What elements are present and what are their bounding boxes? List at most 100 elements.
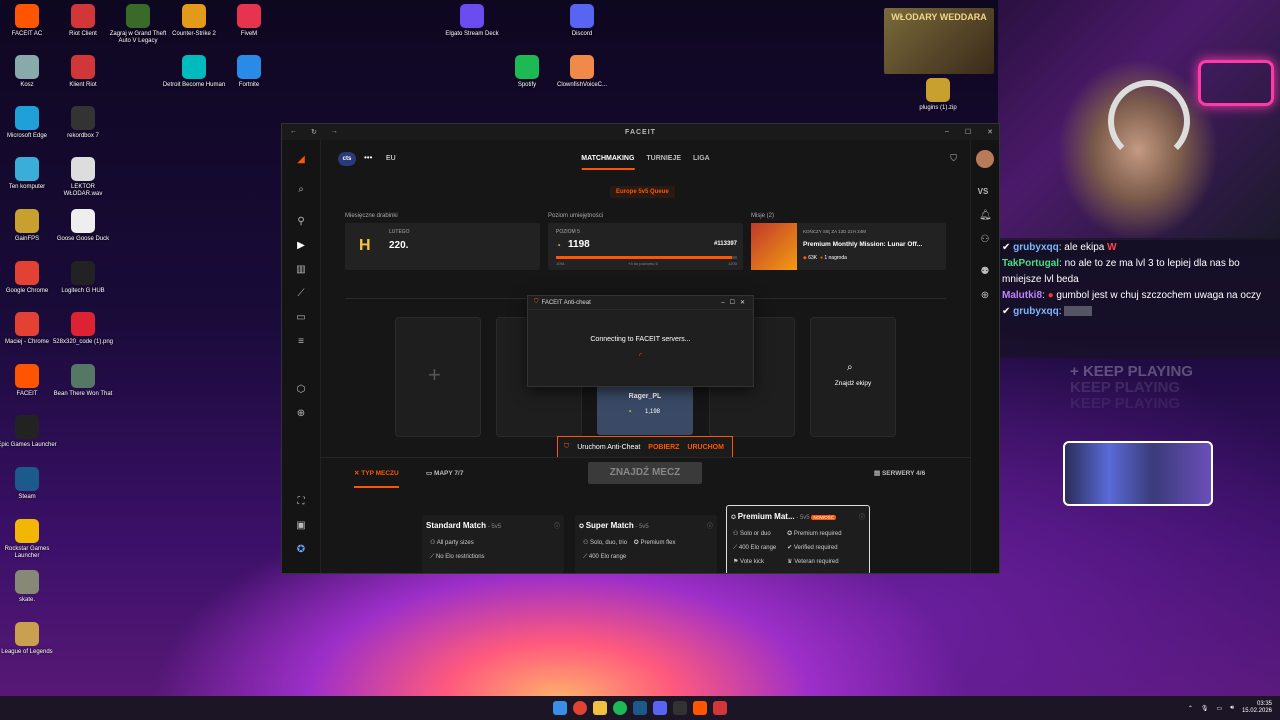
level-text: POZIOM 5 <box>556 229 580 235</box>
info-icon[interactable]: ⓘ <box>707 521 713 530</box>
focus-icon[interactable]: ⛶ <box>295 496 307 508</box>
network-icon[interactable]: ▭ <box>1217 705 1223 712</box>
premium-icon[interactable]: ✪ <box>295 544 307 556</box>
start-icon[interactable] <box>553 701 567 715</box>
find-team-slot[interactable]: ⌕ Znajdź ekipy <box>810 317 896 437</box>
discord-icon[interactable] <box>653 701 667 715</box>
shop-icon[interactable]: ▣ <box>295 520 307 532</box>
chat-line: ✔ grubyxqq: ale ekipa W <box>1002 242 1117 253</box>
tab-maps[interactable]: ▭ MAPY 7/7 <box>426 469 463 477</box>
search-icon[interactable]: ⌕ <box>295 184 307 196</box>
faceit-window: ← ↻ → FACEIT – ☐ ✕ ◢ ⌕ ⚲ ▶ ▥ ⟋ ▭ ≡ ⬡ ⊕ ⛶… <box>281 123 1000 574</box>
refresh-icon[interactable]: ↻ <box>311 128 317 136</box>
desktop-icon[interactable]: FiveM <box>217 4 281 38</box>
desktop-icon[interactable]: Elgato Stream Deck <box>440 4 504 38</box>
find-players-icon[interactable]: ⚲ <box>295 216 307 228</box>
stats-icon[interactable]: ⟋ <box>295 288 307 300</box>
desktop-icon[interactable]: Discord <box>550 4 614 38</box>
ladder-points: 220. <box>389 240 409 251</box>
desktop-icon[interactable]: Epic Games Launcher <box>0 415 59 449</box>
new-badge: NOWOŚĆ <box>811 515 837 520</box>
desktop-icon[interactable]: skate. <box>0 570 59 604</box>
window-nav: ← ↻ → <box>290 128 338 136</box>
forward-icon[interactable]: → <box>331 128 338 136</box>
avatar[interactable] <box>976 150 994 168</box>
desktop-icon[interactable]: LEKTOR WŁODAR.wav <box>51 157 115 198</box>
chrome-icon[interactable] <box>573 701 587 715</box>
info-icon[interactable]: ⓘ <box>554 521 560 530</box>
desktop-icon[interactable]: Rockstar Games Launcher <box>0 519 59 560</box>
add-icon[interactable]: ⊕ <box>295 408 307 420</box>
desktop-icon[interactable]: ClownfishVoiceC... <box>550 55 614 89</box>
rekordbox-icon <box>71 106 95 130</box>
find-match-button[interactable]: ZNAJDŹ MECZ <box>588 462 702 484</box>
friends-icon[interactable]: ⚇ <box>979 234 991 246</box>
run-link[interactable]: URUCHOM <box>687 444 724 451</box>
skill-level-card[interactable]: POZIOM 5 ◔ 1198 #113397 1051 +3 do pozio… <box>548 223 743 270</box>
level-icon: ◔ <box>556 241 561 250</box>
add-friend-icon[interactable]: ⊕ <box>979 290 991 302</box>
faceit-ac-icon[interactable] <box>713 701 727 715</box>
desktop-icon[interactable]: plugins (1).zip <box>906 78 970 112</box>
tab-matchmaking[interactable]: MATCHMAKING <box>581 155 635 170</box>
play-icon[interactable]: ▶ <box>295 240 307 252</box>
maximize-icon[interactable]: ☐ <box>965 128 971 136</box>
streamdeck-icon <box>460 4 484 28</box>
match-card-standard[interactable]: Standard Match - 5v5 ⓘ ⚇ All party sizes … <box>422 515 564 573</box>
tab-match-type[interactable]: ✕ TYP MECZU <box>354 469 399 488</box>
back-icon[interactable]: ← <box>290 128 297 136</box>
party-icon[interactable]: ⚉ <box>979 266 991 278</box>
tab-league[interactable]: LIGA <box>693 155 710 170</box>
desktop-icon[interactable]: rekordbox 7 <box>51 106 115 140</box>
minimize-icon[interactable]: – <box>945 128 949 136</box>
missions-card[interactable]: KOŃCZY SIĘ ZA 13D 21H 24M Premium Monthl… <box>751 223 946 270</box>
region-label[interactable]: EU <box>386 155 396 162</box>
match-card-premium[interactable]: ✪ Premium Mat... - 5v5 NOWOŚĆ ⓘ ⚇ Solo or… <box>726 505 870 573</box>
chevron-up-icon[interactable]: ⌃ <box>1188 705 1193 712</box>
more-icon[interactable]: ••• <box>364 153 372 162</box>
desktop-icon[interactable]: Steam <box>0 467 59 501</box>
download-link[interactable]: POBIERZ <box>648 444 679 451</box>
list-icon[interactable]: ≡ <box>295 336 307 348</box>
mic-icon[interactable]: 🎙︎ <box>1201 705 1209 712</box>
desktop-icon[interactable]: Klient Riot <box>51 55 115 89</box>
desktop-icon[interactable]: Zagraj w Grand Theft Auto V Legacy <box>106 4 170 45</box>
folder-icon[interactable] <box>593 701 607 715</box>
clock[interactable]: 03:35 15.02.2026 <box>1242 701 1272 715</box>
volume-icon[interactable]: 🔊︎ <box>1230 705 1234 712</box>
tab-tournaments[interactable]: TURNIEJE <box>646 155 681 170</box>
clubs-icon[interactable]: ⬡ <box>295 384 307 396</box>
faceit-logo-icon[interactable]: ◢ <box>295 154 307 166</box>
desktop-icon[interactable]: Goose Goose Duck <box>51 209 115 243</box>
match-card-super[interactable]: ✪ Super Match - 5v5 ⓘ ⚇ Solo, duo, trio ✪… <box>575 515 717 573</box>
club-logo[interactable]: cts <box>338 152 356 166</box>
time-text: 03:35 <box>1256 701 1272 707</box>
desktop-icon[interactable]: Bean There Won That <box>51 364 115 398</box>
zip-icon <box>926 78 950 102</box>
steam-icon[interactable] <box>633 701 647 715</box>
leaderboard-icon[interactable]: ▥ <box>295 264 307 276</box>
monthly-ladder-card[interactable]: H LUTEGO 220. <box>345 223 540 270</box>
queue-badge[interactable]: Europe 5v5 Queue <box>610 186 675 198</box>
party-slot[interactable]: + <box>395 317 481 437</box>
desktop-icon[interactable]: Logitech G HUB <box>51 261 115 295</box>
logitech-icon[interactable] <box>673 701 687 715</box>
desktop-icon[interactable]: League of Legends <box>0 622 59 656</box>
plus-icon: + <box>428 362 441 387</box>
shield-icon[interactable]: ⛉ <box>950 153 957 164</box>
spotify-icon[interactable] <box>613 701 627 715</box>
tab-servers[interactable]: ▤ SERWERY 4/6 <box>874 469 925 477</box>
plugin-thumbnail[interactable]: WŁODARY WEDDARA <box>884 8 994 74</box>
notifications-icon[interactable]: 🔔︎ <box>979 210 992 222</box>
modal-close-icon[interactable]: – ☐ ✕ <box>721 299 745 306</box>
versus-icon[interactable]: VS <box>977 186 989 198</box>
faceit-icon[interactable] <box>693 701 707 715</box>
desktop-icon-label: rekordbox 7 <box>67 133 99 139</box>
desktop-icon[interactable]: 528x320_code (1).png <box>51 312 115 346</box>
desktop-icon[interactable]: Fortnite <box>217 55 281 89</box>
close-icon[interactable]: ✕ <box>987 128 993 136</box>
video-icon[interactable]: ▭ <box>295 312 307 324</box>
gainfps-icon <box>15 209 39 233</box>
match-mode: - 5v5 <box>487 524 502 530</box>
info-icon[interactable]: ⓘ <box>859 512 865 521</box>
